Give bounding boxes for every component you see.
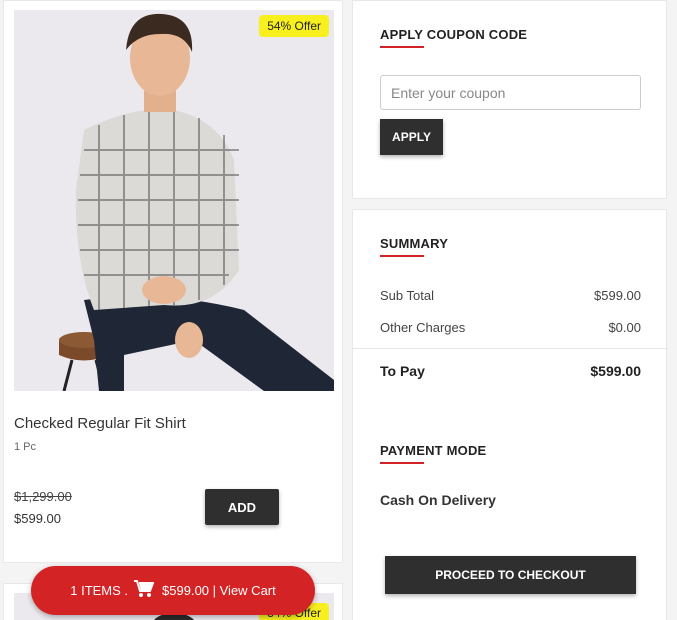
view-cart-bar[interactable]: 1 ITEMS . $599.00 | View Cart [31, 566, 315, 615]
to-pay-row: To Pay $599.00 [380, 363, 641, 379]
sub-total-value: $599.00 [594, 288, 641, 303]
sale-price: $599.00 [14, 511, 61, 526]
coupon-title: APPLY COUPON CODE [380, 27, 528, 42]
add-to-cart-button[interactable]: ADD [205, 489, 279, 525]
cart-summary-text: $599.00 | View Cart [162, 583, 276, 598]
cart-item-count: 1 ITEMS . [70, 583, 129, 598]
original-price: $1,299.00 [14, 489, 72, 504]
payment-mode-title: PAYMENT MODE [380, 443, 487, 458]
sub-total-label: Sub Total [380, 288, 434, 303]
other-charges-row: Other Charges $0.00 [380, 320, 641, 335]
sub-total-row: Sub Total $599.00 [380, 288, 641, 303]
proceed-to-checkout-button[interactable]: PROCEED TO CHECKOUT [385, 556, 636, 594]
to-pay-value: $599.00 [590, 363, 641, 379]
title-underline [380, 255, 424, 257]
summary-divider [353, 348, 668, 349]
shirt-model-photo [14, 10, 334, 391]
cart-icon [134, 580, 155, 601]
summary-panel: SUMMARY Sub Total $599.00 Other Charges … [352, 209, 668, 620]
coupon-input[interactable] [380, 75, 641, 110]
product-name[interactable]: Checked Regular Fit Shirt [14, 415, 186, 432]
other-charges-label: Other Charges [380, 320, 466, 335]
summary-title: SUMMARY [380, 236, 449, 251]
other-charges-value: $0.00 [608, 320, 641, 335]
product-image[interactable]: 54% Offer [14, 10, 334, 391]
coupon-panel: APPLY COUPON CODE APPLY [352, 0, 667, 199]
product-quantity: 1 Pc [14, 441, 37, 453]
apply-coupon-button[interactable]: APPLY [380, 119, 443, 155]
to-pay-label: To Pay [380, 363, 425, 379]
product-card: 54% Offer Checked Regular Fit Shirt 1 Pc… [3, 0, 343, 563]
title-underline [380, 46, 424, 48]
payment-mode-option[interactable]: Cash On Delivery [380, 492, 496, 508]
title-underline [380, 462, 424, 464]
offer-badge: 54% Offer [259, 15, 329, 37]
